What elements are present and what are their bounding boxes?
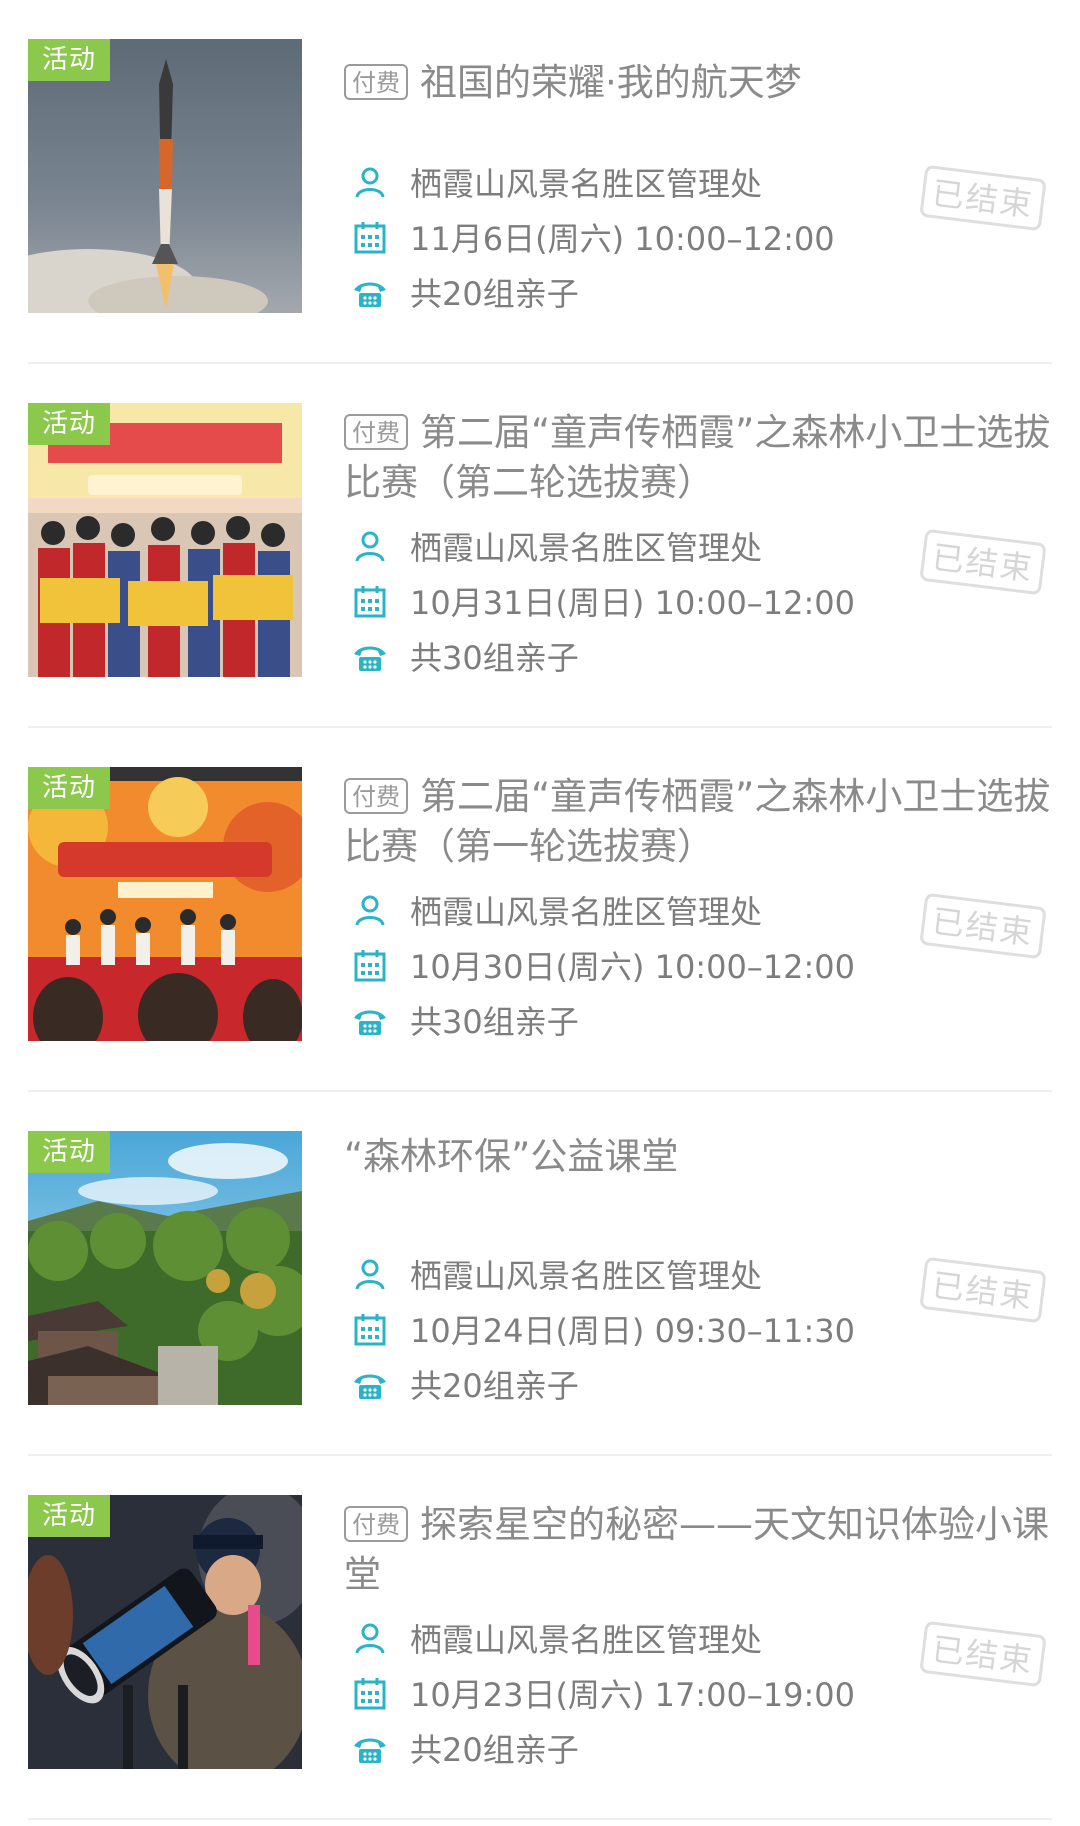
capacity-text: 共20组亲子: [410, 1366, 579, 1405]
activity-title[interactable]: 付费 祖国的荣耀·我的航天梦: [344, 58, 1064, 108]
capacity-text: 共20组亲子: [410, 1730, 579, 1769]
calendar-icon: [354, 1677, 386, 1709]
datetime-text: 10月31日(周日) 10:00–12:00: [410, 583, 856, 622]
phone-icon: [354, 1010, 386, 1035]
activity-title[interactable]: 付费 第二届“童声传栖霞”之森林小卫士选拔比赛（第一轮选拔赛）: [344, 772, 1064, 872]
capacity-row: 共30组亲子: [352, 992, 912, 1047]
activity-image-stage[interactable]: 活动: [28, 767, 302, 1041]
organizer-row: 栖霞山风景名胜区管理处: [352, 154, 912, 209]
phone-icon: [354, 282, 386, 307]
paid-tag: 付费: [344, 778, 408, 814]
activity-card[interactable]: 活动 付费 祖国的荣耀·我的航天梦 栖霞山风景名胜区管理处 11月6日(周六) 1…: [28, 0, 1052, 364]
capacity-text: 共30组亲子: [410, 638, 579, 677]
organizer-text: 栖霞山风景名胜区管理处: [410, 892, 763, 931]
capacity-row: 共30组亲子: [352, 628, 912, 683]
activity-title-text: 探索星空的秘密——天文知识体验小课堂: [344, 1503, 1049, 1596]
activity-image-rocket[interactable]: 活动: [28, 39, 302, 313]
calendar-icon: [354, 585, 386, 617]
datetime-row: 10月31日(周日) 10:00–12:00: [352, 573, 912, 628]
status-stamp: 已结束: [919, 528, 1047, 596]
activity-title[interactable]: 付费 探索星空的秘密——天文知识体验小课堂: [344, 1500, 1064, 1600]
organizer-row: 栖霞山风景名胜区管理处: [352, 1610, 912, 1665]
paid-tag: 付费: [344, 1506, 408, 1542]
activity-meta: 栖霞山风景名胜区管理处 10月23日(周六) 17:00–19:00 共20组亲…: [352, 1610, 912, 1775]
phone-icon: [354, 646, 386, 671]
datetime-text: 10月24日(周日) 09:30–11:30: [410, 1311, 856, 1350]
organizer-row: 栖霞山风景名胜区管理处: [352, 518, 912, 573]
activity-image-forest[interactable]: 活动: [28, 1131, 302, 1405]
activity-title[interactable]: “森林环保”公益课堂: [344, 1132, 1064, 1182]
organizer-row: 栖霞山风景名胜区管理处: [352, 882, 912, 937]
activity-badge: 活动: [28, 403, 111, 445]
calendar-icon: [354, 1313, 386, 1345]
datetime-text: 11月6日(周六) 10:00–12:00: [410, 219, 835, 258]
datetime-row: 10月23日(周六) 17:00–19:00: [352, 1665, 912, 1720]
phone-icon: [354, 1374, 386, 1399]
datetime-row: 10月24日(周日) 09:30–11:30: [352, 1301, 912, 1356]
activity-title[interactable]: 付费 第二届“童声传栖霞”之森林小卫士选拔比赛（第二轮选拔赛）: [344, 408, 1064, 508]
activity-title-text: 祖国的荣耀·我的航天梦: [420, 61, 802, 104]
activity-image-telescope[interactable]: 活动: [28, 1495, 302, 1769]
status-stamp: 已结束: [919, 164, 1047, 232]
activity-meta: 栖霞山风景名胜区管理处 11月6日(周六) 10:00–12:00 共20组亲子: [352, 154, 912, 319]
activity-badge: 活动: [28, 1131, 111, 1173]
activity-badge: 活动: [28, 1495, 111, 1537]
paid-tag: 付费: [344, 64, 408, 100]
activity-title-text: “森林环保”公益课堂: [344, 1135, 679, 1178]
calendar-icon: [354, 949, 386, 981]
activity-meta: 栖霞山风景名胜区管理处 10月30日(周六) 10:00–12:00 共30组亲…: [352, 882, 912, 1047]
activity-title-text: 第二届“童声传栖霞”之森林小卫士选拔比赛（第二轮选拔赛）: [344, 411, 1051, 504]
activity-meta: 栖霞山风景名胜区管理处 10月24日(周日) 09:30–11:30 共20组亲…: [352, 1246, 912, 1411]
capacity-row: 共20组亲子: [352, 1356, 912, 1411]
organizer-text: 栖霞山风景名胜区管理处: [410, 528, 763, 567]
status-stamp: 已结束: [919, 892, 1047, 960]
activity-title-text: 第二届“童声传栖霞”之森林小卫士选拔比赛（第一轮选拔赛）: [344, 775, 1051, 868]
person-icon: [355, 1259, 385, 1290]
organizer-text: 栖霞山风景名胜区管理处: [410, 1620, 763, 1659]
activity-image-children[interactable]: 活动: [28, 403, 302, 677]
person-icon: [355, 531, 385, 562]
datetime-text: 10月30日(周六) 10:00–12:00: [410, 947, 856, 986]
activity-meta: 栖霞山风景名胜区管理处 10月31日(周日) 10:00–12:00 共30组亲…: [352, 518, 912, 683]
organizer-row: 栖霞山风景名胜区管理处: [352, 1246, 912, 1301]
activity-badge: 活动: [28, 767, 111, 809]
activity-card[interactable]: 活动 付费 第二届“童声传栖霞”之森林小卫士选拔比赛（第一轮选拔赛） 栖霞山风景名…: [28, 728, 1052, 1092]
phone-icon: [354, 1738, 386, 1763]
person-icon: [355, 895, 385, 926]
datetime-text: 10月23日(周六) 17:00–19:00: [410, 1675, 856, 1714]
person-icon: [355, 1623, 385, 1654]
organizer-text: 栖霞山风景名胜区管理处: [410, 164, 763, 203]
datetime-row: 11月6日(周六) 10:00–12:00: [352, 209, 912, 264]
activity-card[interactable]: 活动 付费 第二届“童声传栖霞”之森林小卫士选拔比赛（第二轮选拔赛） 栖霞山风景名…: [28, 364, 1052, 728]
capacity-row: 共20组亲子: [352, 264, 912, 319]
status-stamp: 已结束: [919, 1620, 1047, 1688]
organizer-text: 栖霞山风景名胜区管理处: [410, 1256, 763, 1295]
activity-card[interactable]: 活动 付费 探索星空的秘密——天文知识体验小课堂 栖霞山风景名胜区管理处 10月2…: [28, 1456, 1052, 1820]
activity-badge: 活动: [28, 39, 111, 81]
capacity-text: 共30组亲子: [410, 1002, 579, 1041]
datetime-row: 10月30日(周六) 10:00–12:00: [352, 937, 912, 992]
capacity-text: 共20组亲子: [410, 274, 579, 313]
calendar-icon: [354, 221, 386, 253]
status-stamp: 已结束: [919, 1256, 1047, 1324]
paid-tag: 付费: [344, 414, 408, 450]
activity-card[interactable]: 活动 “森林环保”公益课堂 栖霞山风景名胜区管理处 10月24日(周日) 09:…: [28, 1092, 1052, 1456]
capacity-row: 共20组亲子: [352, 1720, 912, 1775]
person-icon: [355, 167, 385, 198]
